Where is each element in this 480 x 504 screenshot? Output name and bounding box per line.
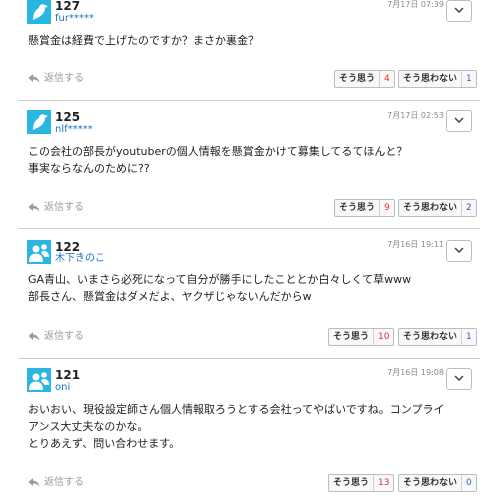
bird-silhouette-icon bbox=[33, 4, 48, 20]
comment-menu-button[interactable] bbox=[446, 110, 472, 132]
disagree-label: そう思わない bbox=[403, 478, 458, 488]
agree-button[interactable]: そう思う 13 bbox=[328, 474, 395, 492]
comment-text: 懸賞金は経費で上げたのですか？まさか裏金？ bbox=[28, 34, 259, 47]
comment-menu-button[interactable] bbox=[446, 368, 472, 390]
comment-text: GA青山、いまさら必死になって自分が勝手にしたこととか白々しくて草www 部長さん… bbox=[28, 273, 412, 303]
reply-label: 返信する bbox=[44, 477, 84, 488]
agree-label: そう思う bbox=[339, 203, 376, 213]
disagree-count: 0 bbox=[461, 475, 476, 491]
comment-menu-button[interactable] bbox=[446, 0, 472, 22]
avatar[interactable] bbox=[27, 0, 51, 24]
agree-button[interactable]: そう思う 10 bbox=[328, 328, 395, 346]
people-silhouette-icon bbox=[29, 372, 49, 390]
comment-item: 121 oni 7月16日 19:08 おいおい、現役設定師さん個人情報取ろうと… bbox=[0, 368, 480, 504]
disagree-button[interactable]: そう思わない 2 bbox=[398, 199, 477, 217]
reply-arrow-icon bbox=[28, 203, 40, 212]
chevron-down-icon bbox=[454, 375, 464, 381]
chevron-down-icon bbox=[454, 117, 464, 123]
comment-text: この会社の部長がyoutuberの個人情報を懸賞金かけて募集してるてほんと？ 事実… bbox=[28, 145, 408, 175]
reply-arrow-icon bbox=[28, 332, 40, 341]
comment-item: 122 木下きのこ 7月16日 19:11 GA青山、いまさら必死になって自分が… bbox=[0, 240, 480, 352]
reply-label: 返信する bbox=[44, 331, 84, 342]
disagree-label: そう思わない bbox=[403, 332, 458, 342]
agree-button[interactable]: そう思う 4 bbox=[334, 70, 395, 88]
comment-number: 121 bbox=[55, 368, 81, 382]
chevron-down-icon bbox=[454, 7, 464, 13]
username-link[interactable]: 木下きのこ bbox=[55, 253, 105, 264]
reply-label: 返信する bbox=[44, 73, 84, 84]
disagree-label: そう思わない bbox=[403, 203, 458, 213]
disagree-count: 1 bbox=[461, 71, 476, 87]
username-link[interactable]: fur***** bbox=[55, 13, 94, 24]
bird-silhouette-icon bbox=[33, 114, 48, 130]
comment-date: 7月16日 19:11 bbox=[387, 240, 444, 249]
agree-count: 13 bbox=[373, 475, 393, 491]
comment-text: おいおい、現役設定師さん個人情報取ろうとする会社ってやばいですね。コンプライ アン… bbox=[28, 403, 445, 450]
agree-count: 4 bbox=[379, 71, 394, 87]
comment-divider bbox=[18, 100, 480, 101]
disagree-button[interactable]: そう思わない 1 bbox=[398, 70, 477, 88]
agree-label: そう思う bbox=[339, 74, 376, 84]
avatar[interactable] bbox=[27, 110, 51, 134]
comment-date: 7月17日 07:39 bbox=[387, 0, 444, 9]
comment-date: 7月17日 02:53 bbox=[387, 111, 444, 120]
agree-button[interactable]: そう思う 9 bbox=[334, 199, 395, 217]
comment-divider bbox=[18, 228, 480, 229]
reply-arrow-icon bbox=[28, 74, 40, 83]
avatar[interactable] bbox=[27, 240, 51, 264]
comment-divider bbox=[18, 358, 480, 359]
comment-item: 127 fur***** 7月17日 07:39 懸賞金は経費で上げたのですか？… bbox=[0, 0, 480, 105]
reply-label: 返信する bbox=[44, 202, 84, 213]
avatar[interactable] bbox=[27, 368, 51, 392]
people-silhouette-icon bbox=[29, 244, 49, 262]
agree-count: 10 bbox=[373, 329, 393, 345]
chevron-down-icon bbox=[454, 247, 464, 253]
disagree-button[interactable]: そう思わない 1 bbox=[398, 328, 477, 346]
disagree-button[interactable]: そう思わない 0 bbox=[398, 474, 477, 492]
disagree-count: 1 bbox=[461, 329, 476, 345]
comment-menu-button[interactable] bbox=[446, 240, 472, 262]
agree-label: そう思う bbox=[333, 478, 370, 488]
comment-number: 125 bbox=[55, 110, 81, 124]
reply-arrow-icon bbox=[28, 478, 40, 487]
username-link[interactable]: nlf***** bbox=[55, 124, 93, 135]
agree-label: そう思う bbox=[333, 332, 370, 342]
agree-count: 9 bbox=[379, 200, 394, 216]
comment-date: 7月16日 19:08 bbox=[387, 368, 444, 377]
disagree-label: そう思わない bbox=[403, 74, 458, 84]
username-link[interactable]: oni bbox=[55, 382, 70, 393]
disagree-count: 2 bbox=[461, 200, 476, 216]
comment-number: 127 bbox=[55, 0, 81, 13]
comment-item: 125 nlf***** 7月17日 02:53 この会社の部長がyoutube… bbox=[0, 110, 480, 222]
